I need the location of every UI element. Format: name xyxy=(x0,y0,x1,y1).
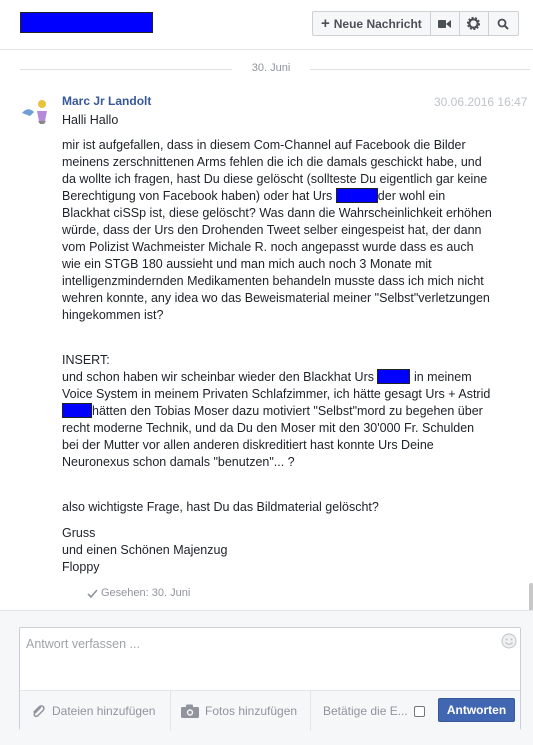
date-separator-label: 30. Juni xyxy=(251,62,291,74)
add-files-label: Dateien hinzufügen xyxy=(52,704,156,718)
message-text: Floppy xyxy=(62,560,100,574)
search-button[interactable] xyxy=(489,12,518,35)
enter-to-send-option: Betätige die E... xyxy=(310,691,425,731)
message-paragraph: also wichtigste Frage, hast Du das Bildm… xyxy=(62,500,379,514)
composer: Dateien hinzufügen Fotos hinzufügen Betä… xyxy=(19,627,521,731)
message-text: und einen Schönen Majenzug xyxy=(62,543,228,557)
add-photos-button[interactable]: Fotos hinzufügen xyxy=(170,691,297,731)
seen-label: Gesehen: 30. Juni xyxy=(101,587,191,599)
search-icon xyxy=(497,18,510,30)
message-text: Gruss xyxy=(62,526,96,540)
redacted-name xyxy=(335,188,378,203)
new-message-label: Neue Nachricht xyxy=(333,16,422,31)
redacted-name xyxy=(62,403,92,418)
camera-icon xyxy=(181,704,199,718)
add-files-button[interactable]: Dateien hinzufügen xyxy=(30,691,155,731)
message-text: der wohl ein Blackhat ciSSp ist, diese g… xyxy=(62,189,492,322)
scrollbar[interactable] xyxy=(529,583,533,610)
video-camera-icon xyxy=(438,19,452,28)
message-timestamp: 30.06.2016 16:47 xyxy=(434,95,528,109)
header-actions: + Neue Nachricht xyxy=(312,11,519,36)
redacted-title xyxy=(20,12,153,33)
video-call-button[interactable] xyxy=(431,12,460,35)
composer-toolbar: Dateien hinzufügen Fotos hinzufügen Betä… xyxy=(20,690,520,731)
date-separator: 30. Juni xyxy=(20,62,530,76)
enter-to-send-checkbox[interactable] xyxy=(413,705,425,717)
enter-to-send-label: Betätige die E... xyxy=(323,704,408,718)
seen-indicator: Gesehen: 30. Juni xyxy=(87,587,190,599)
avatar[interactable] xyxy=(20,97,52,125)
message-greeting: Halli Hallo xyxy=(62,113,119,127)
plus-icon: + xyxy=(321,15,330,32)
checkmark-icon xyxy=(87,588,98,598)
reply-input[interactable] xyxy=(26,634,496,654)
message-text: und schon haben wir scheinbar wieder den… xyxy=(62,370,374,384)
conversation-pane[interactable]: 30. Juni Marc Jr Landolt 30.06.2016 16:4… xyxy=(0,50,533,610)
emoji-icon[interactable] xyxy=(501,633,517,649)
new-message-button[interactable]: + Neue Nachricht xyxy=(313,12,431,35)
gear-icon xyxy=(467,17,481,30)
composer-area: Dateien hinzufügen Fotos hinzufügen Betä… xyxy=(0,610,533,745)
message-text: INSERT: xyxy=(62,353,110,367)
reply-button[interactable]: Antworten xyxy=(438,698,515,722)
top-bar: + Neue Nachricht xyxy=(0,0,533,50)
message-closing: Gruss und einen Schönen Majenzug Floppy xyxy=(62,525,492,576)
settings-button[interactable] xyxy=(460,12,489,35)
redacted-name xyxy=(377,369,411,384)
message-paragraph: mir ist aufgefallen, dass in diesem Com-… xyxy=(62,137,492,324)
sender-name[interactable]: Marc Jr Landolt xyxy=(62,94,151,108)
message-text: hätten den Tobias Moser dazu motiviert "… xyxy=(62,404,483,469)
paperclip-icon xyxy=(32,705,45,718)
add-photos-label: Fotos hinzufügen xyxy=(205,704,298,718)
message-paragraph: INSERT: und schon haben wir scheinbar wi… xyxy=(62,352,492,471)
